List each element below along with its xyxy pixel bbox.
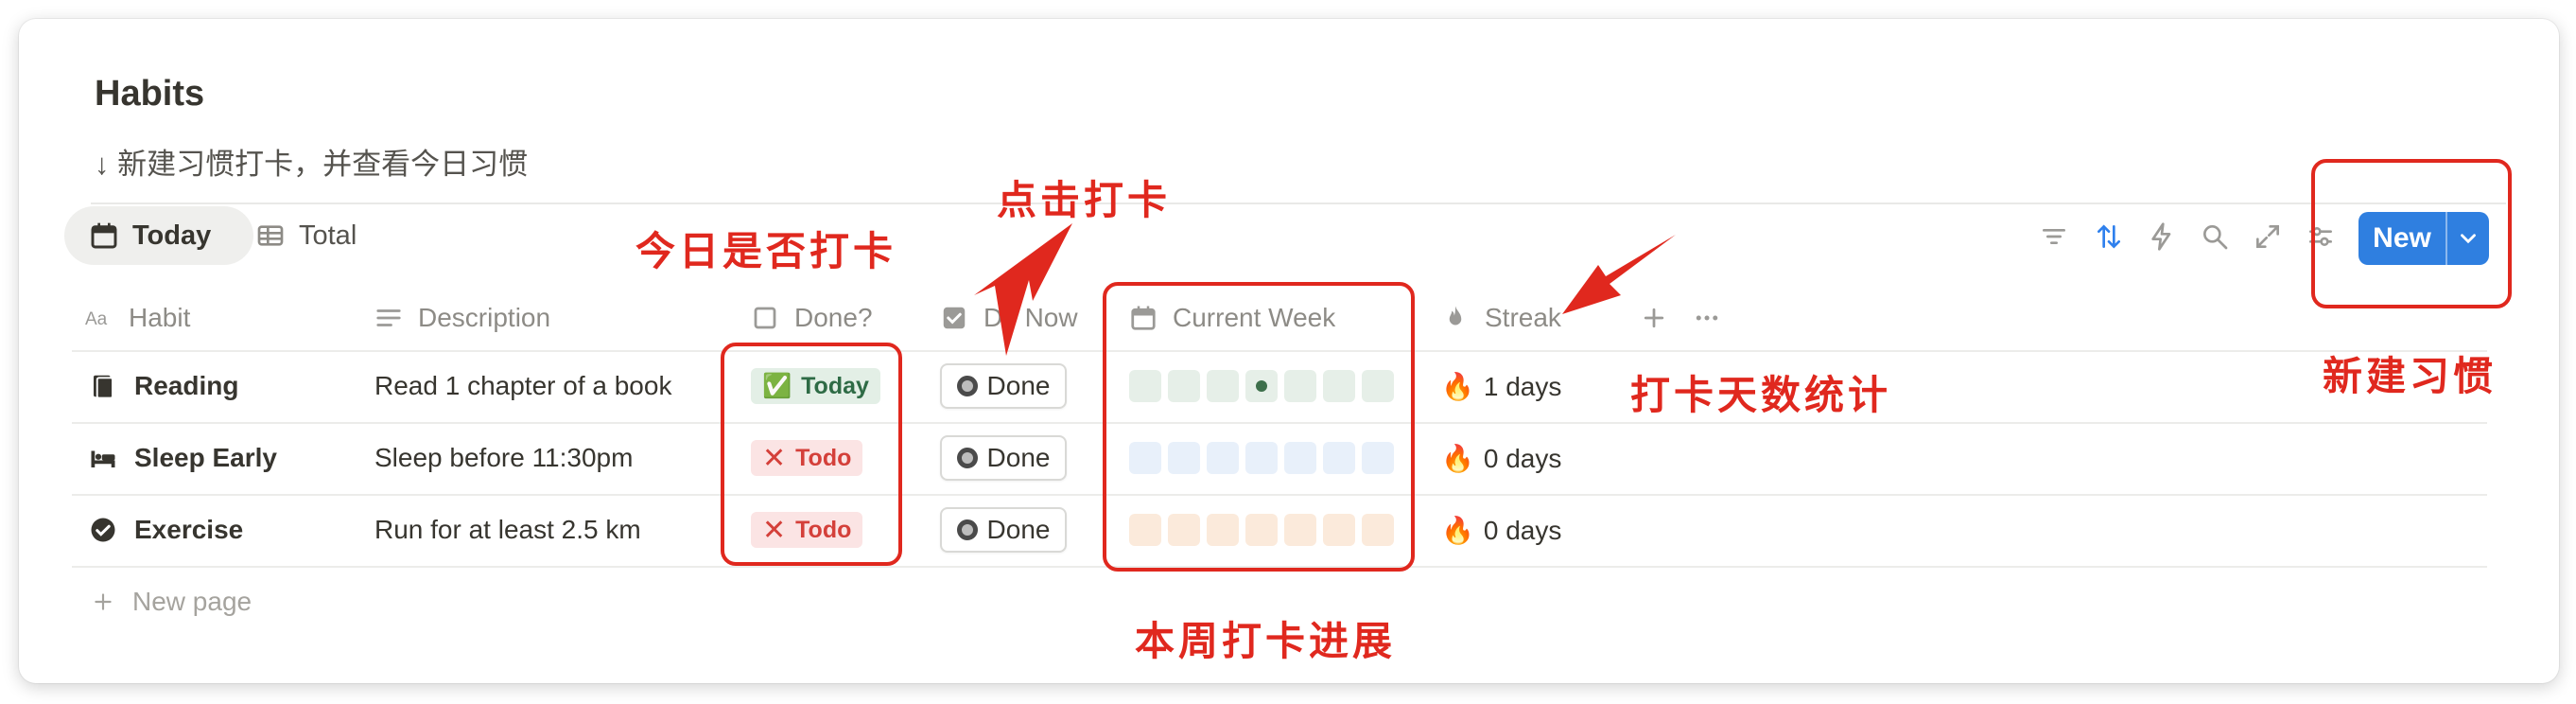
- column-header-done[interactable]: Done?: [751, 299, 873, 337]
- habit-name: Reading: [134, 371, 239, 400]
- column-header-label: Habit: [129, 303, 191, 332]
- header-divider: [91, 202, 2506, 204]
- table-icon: [257, 225, 284, 246]
- annotation-done-label: 今日是否打卡: [635, 228, 897, 274]
- more-options-button[interactable]: [1693, 299, 1721, 337]
- automation-icon[interactable]: [2147, 221, 2177, 252]
- fire-icon: [1449, 306, 1462, 326]
- annotation-box-new: [2311, 159, 2512, 308]
- new-page-label: New page: [132, 587, 252, 616]
- plus-icon: [1644, 308, 1664, 328]
- expand-icon[interactable]: [2253, 221, 2283, 252]
- do-now-label: Done: [986, 515, 1051, 544]
- table-row-description[interactable]: Read 1 chapter of a book: [374, 371, 671, 401]
- table-row-habit[interactable]: Reading: [89, 371, 238, 401]
- fire-icon: 🔥: [1441, 444, 1474, 473]
- page-title: Habits: [95, 74, 205, 114]
- column-header-label: Done?: [794, 303, 873, 332]
- annotation-click-label: 点击打卡: [997, 177, 1172, 223]
- column-header-description[interactable]: Description: [374, 299, 550, 337]
- streak-value: 🔥 1 days: [1441, 371, 1561, 402]
- do-now-label: Done: [986, 371, 1051, 400]
- annotation-box-current-week: [1103, 282, 1415, 572]
- calendar-icon: [91, 222, 117, 249]
- do-now-label: Done: [986, 443, 1051, 472]
- fire-icon: 🔥: [1441, 516, 1474, 545]
- annotation-streak-label: 打卡天数统计: [1630, 372, 1892, 418]
- page-subtitle: ↓ 新建习惯打卡，并查看今日习惯: [95, 148, 529, 181]
- column-header-do-now[interactable]: Do Now: [940, 299, 1078, 337]
- text-type-icon: Aa: [85, 309, 108, 329]
- fire-icon: 🔥: [1441, 372, 1474, 401]
- streak-label: 0 days: [1483, 443, 1562, 473]
- more-horizontal-icon: [1696, 315, 1718, 321]
- habit-name: Sleep Early: [134, 443, 277, 472]
- tab-total-label: Total: [299, 220, 357, 251]
- tab-today-label: Today: [132, 220, 212, 251]
- column-header-habit[interactable]: Aa Habit: [85, 299, 190, 337]
- do-now-button[interactable]: Done: [940, 435, 1067, 481]
- radio-icon: [956, 448, 978, 468]
- streak-label: 0 days: [1483, 515, 1562, 545]
- lines-icon: [376, 309, 401, 326]
- checked-checkbox-icon: [943, 307, 966, 329]
- do-now-button[interactable]: Done: [940, 363, 1067, 409]
- plus-icon: [95, 593, 112, 610]
- check-circle-icon: [91, 518, 115, 542]
- tab-total[interactable]: Total: [231, 206, 381, 265]
- streak-label: 1 days: [1483, 371, 1562, 401]
- table-row-habit[interactable]: Exercise: [89, 515, 243, 545]
- annotation-new-label: 新建习惯: [2323, 353, 2498, 399]
- do-now-button[interactable]: Done: [940, 507, 1067, 553]
- tab-today[interactable]: Today: [64, 206, 253, 265]
- svg-text:Aa: Aa: [85, 309, 108, 329]
- table-row-habit[interactable]: Sleep Early: [89, 443, 277, 473]
- checkbox-icon: [754, 307, 776, 329]
- streak-value: 🔥 0 days: [1441, 443, 1561, 474]
- book-icon: [94, 375, 113, 399]
- habit-name: Exercise: [134, 515, 244, 544]
- new-page-button[interactable]: New page: [91, 587, 252, 617]
- streak-value: 🔥 0 days: [1441, 515, 1561, 546]
- column-header-label: Streak: [1485, 303, 1561, 332]
- filter-icon[interactable]: [2039, 221, 2069, 252]
- column-header-label: Do Now: [983, 303, 1078, 332]
- radio-icon: [956, 519, 978, 540]
- table-row-description[interactable]: Sleep before 11:30pm: [374, 443, 633, 473]
- sort-icon[interactable]: [2094, 221, 2124, 252]
- annotation-box-done: [721, 343, 902, 566]
- table-row-description[interactable]: Run for at least 2.5 km: [374, 515, 641, 545]
- column-header-label: Description: [418, 303, 551, 332]
- annotation-week-label: 本周打卡进展: [1135, 618, 1397, 664]
- bed-icon: [91, 450, 115, 467]
- column-header-streak[interactable]: Streak: [1441, 299, 1561, 337]
- radio-icon: [956, 376, 978, 396]
- search-icon[interactable]: [2200, 221, 2230, 252]
- add-property-button[interactable]: [1640, 299, 1668, 337]
